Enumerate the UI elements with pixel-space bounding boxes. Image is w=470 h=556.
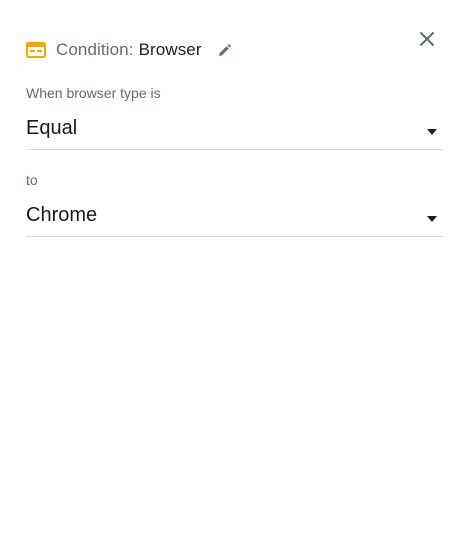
- condition-title-value: Browser: [138, 40, 202, 59]
- condition-title-prefix: Condition:: [56, 40, 134, 59]
- operator-select-value: Equal: [26, 117, 78, 139]
- browser-select-value: Chrome: [26, 204, 98, 226]
- condition-header: Condition: Browser: [26, 36, 231, 64]
- browser-label: to: [26, 172, 38, 188]
- close-icon[interactable]: [416, 28, 438, 50]
- operator-select[interactable]: Equal: [26, 115, 443, 150]
- caret-down-icon: [427, 129, 437, 135]
- operator-label: When browser type is: [26, 85, 161, 101]
- pencil-icon[interactable]: [218, 43, 231, 57]
- browser-select[interactable]: Chrome: [26, 202, 443, 237]
- caret-down-icon: [427, 216, 437, 222]
- condition-panel: Condition: Browser When browser type is …: [0, 0, 470, 556]
- browser-window-icon: [26, 42, 46, 58]
